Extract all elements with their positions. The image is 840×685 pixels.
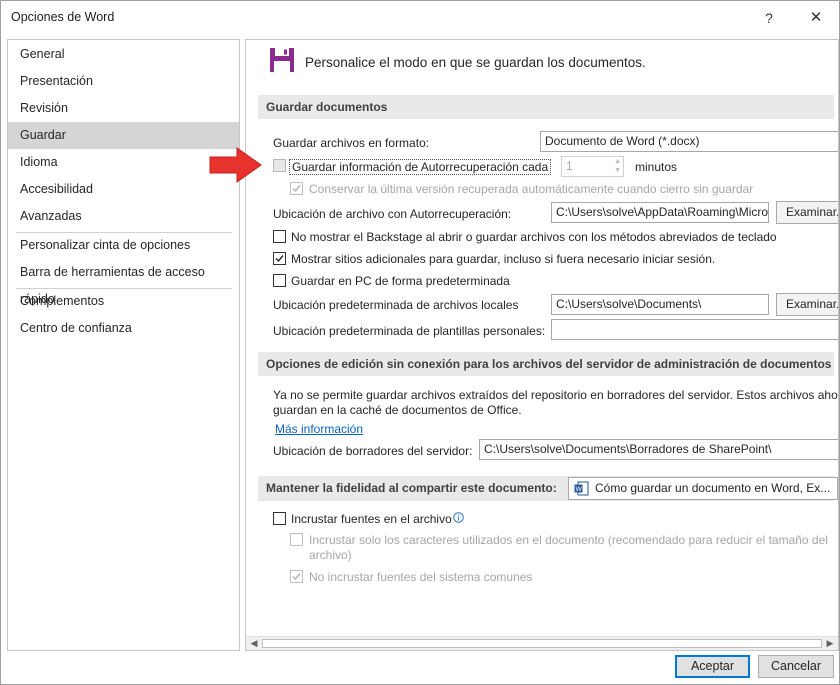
no-backstage-label: No mostrar el Backstage al abrir o guard…	[291, 230, 777, 244]
autorecover-minutes-input[interactable]: 1 ▲ ▼	[561, 156, 624, 177]
keep-last-checkbox[interactable]	[290, 182, 303, 195]
section-fidelity-title: Mantener la fidelidad al compartir este …	[266, 481, 557, 495]
minutes-label: minutos	[635, 160, 678, 174]
sidebar-item-idioma[interactable]: Idioma	[8, 149, 239, 176]
sidebar-item-general[interactable]: General	[8, 41, 239, 68]
sidebar-item-revision[interactable]: Revisión	[8, 95, 239, 122]
show-more-places-checkbox[interactable]	[273, 252, 286, 265]
browse-autorecover-button[interactable]: Examinar...	[776, 201, 838, 224]
embed-fonts-label: Incrustar fuentes en el archivo	[291, 512, 452, 526]
sidebar-item-presentacion[interactable]: Presentación	[8, 68, 239, 95]
more-info-link[interactable]: Más información	[275, 422, 363, 436]
scroll-left-icon[interactable]: ◀	[247, 637, 261, 650]
close-button[interactable]: ✕	[796, 5, 836, 31]
drafts-path-label: Ubicación de borradores del servidor:	[273, 444, 473, 458]
sidebar-item-accesibilidad[interactable]: Accesibilidad	[8, 176, 239, 203]
sidebar-item-complementos[interactable]: Complementos	[8, 288, 239, 315]
scroll-thumb[interactable]	[262, 639, 822, 648]
sidebar-item-personalizar-cinta[interactable]: Personalizar cinta de opciones	[8, 232, 239, 259]
cancel-button[interactable]: Cancelar	[758, 655, 834, 678]
format-label: Guardar archivos en formato:	[273, 136, 430, 150]
checkmark-icon	[292, 185, 301, 193]
section-offline-editing: Opciones de edición sin conexión para lo…	[258, 352, 834, 376]
checkmark-icon	[275, 255, 284, 263]
offline-text-line1: Ya no se permite guardar archivos extraí…	[273, 388, 839, 402]
autorecover-label: Guardar información de Autorrecuperación…	[289, 159, 552, 175]
save-to-pc-label: Guardar en PC de forma predeterminada	[291, 274, 510, 288]
save-to-pc-checkbox[interactable]	[273, 274, 286, 287]
sidebar-item-guardar[interactable]: Guardar	[8, 122, 239, 149]
word-document-icon: W	[574, 481, 589, 496]
help-button[interactable]: ?	[749, 5, 789, 31]
templates-path-input[interactable]	[551, 319, 838, 340]
sidebar-item-avanzadas[interactable]: Avanzadas	[8, 203, 239, 230]
word-options-dialog: Opciones de Word ? ✕ General Presentació…	[0, 0, 840, 685]
show-more-places-label: Mostrar sitios adicionales para guardar,…	[291, 252, 716, 266]
autorecover-path-label: Ubicación de archivo con Autorrecuperaci…	[273, 207, 512, 221]
format-select[interactable]: Documento de Word (*.docx)	[540, 131, 838, 152]
page-header-text: Personalice el modo en que se guardan lo…	[305, 55, 646, 70]
embed-fonts-checkbox[interactable]	[273, 512, 286, 525]
no-backstage-checkbox[interactable]	[273, 230, 286, 243]
sidebar-item-centro-confianza[interactable]: Centro de confianza	[8, 315, 239, 342]
svg-text:W: W	[576, 486, 583, 493]
spinner-arrows-icon[interactable]: ▲ ▼	[614, 157, 621, 175]
sidebar-item-barra-acceso-rapido[interactable]: Barra de herramientas de acceso rápido	[8, 259, 239, 306]
autorecover-minutes-value: 1	[566, 159, 573, 173]
keep-last-label: Conservar la última versión recuperada a…	[309, 182, 754, 196]
ok-button[interactable]: Aceptar	[675, 655, 750, 678]
content-panel: Personalice el modo en que se guardan lo…	[245, 39, 839, 651]
offline-text-line2: guardan en la caché de documentos de Off…	[273, 403, 522, 417]
no-system-fonts-label: No incrustar fuentes del sistema comunes	[309, 570, 533, 584]
embed-used-chars-label-line1: Incrustar solo los caracteres utilizados…	[309, 533, 828, 547]
window-title: Opciones de Word	[11, 10, 115, 24]
fidelity-document-value: Cómo guardar un documento en Word, Ex...	[595, 481, 831, 495]
embed-used-chars-checkbox[interactable]	[290, 533, 303, 546]
browse-local-button[interactable]: Examinar...	[776, 293, 838, 316]
autorecover-path-input[interactable]: C:\Users\solve\AppData\Roaming\Microsoft…	[551, 202, 769, 223]
section-guardar-documentos: Guardar documentos	[258, 95, 834, 119]
embed-used-chars-label-line2: archivo)	[309, 548, 352, 562]
local-path-input[interactable]: C:\Users\solve\Documents\	[551, 294, 769, 315]
save-icon	[270, 48, 294, 72]
local-path-label: Ubicación predeterminada de archivos loc…	[273, 298, 519, 312]
no-system-fonts-checkbox[interactable]	[290, 570, 303, 583]
fidelity-document-select[interactable]: W Cómo guardar un documento en Word, Ex.…	[568, 477, 838, 500]
scroll-right-icon[interactable]: ▶	[823, 637, 837, 650]
horizontal-scrollbar[interactable]: ◀ ▶	[246, 636, 838, 650]
annotation-arrow-icon	[209, 147, 262, 183]
title-bar: Opciones de Word ? ✕	[1, 1, 839, 35]
drafts-path-input[interactable]: C:\Users\solve\Documents\Borradores de S…	[479, 439, 838, 460]
templates-path-label: Ubicación predeterminada de plantillas p…	[273, 324, 546, 338]
autorecover-checkbox[interactable]	[273, 159, 286, 172]
sidebar-nav: General Presentación Revisión Guardar Id…	[7, 39, 240, 651]
info-icon[interactable]	[453, 512, 464, 523]
checkmark-icon	[292, 573, 301, 581]
